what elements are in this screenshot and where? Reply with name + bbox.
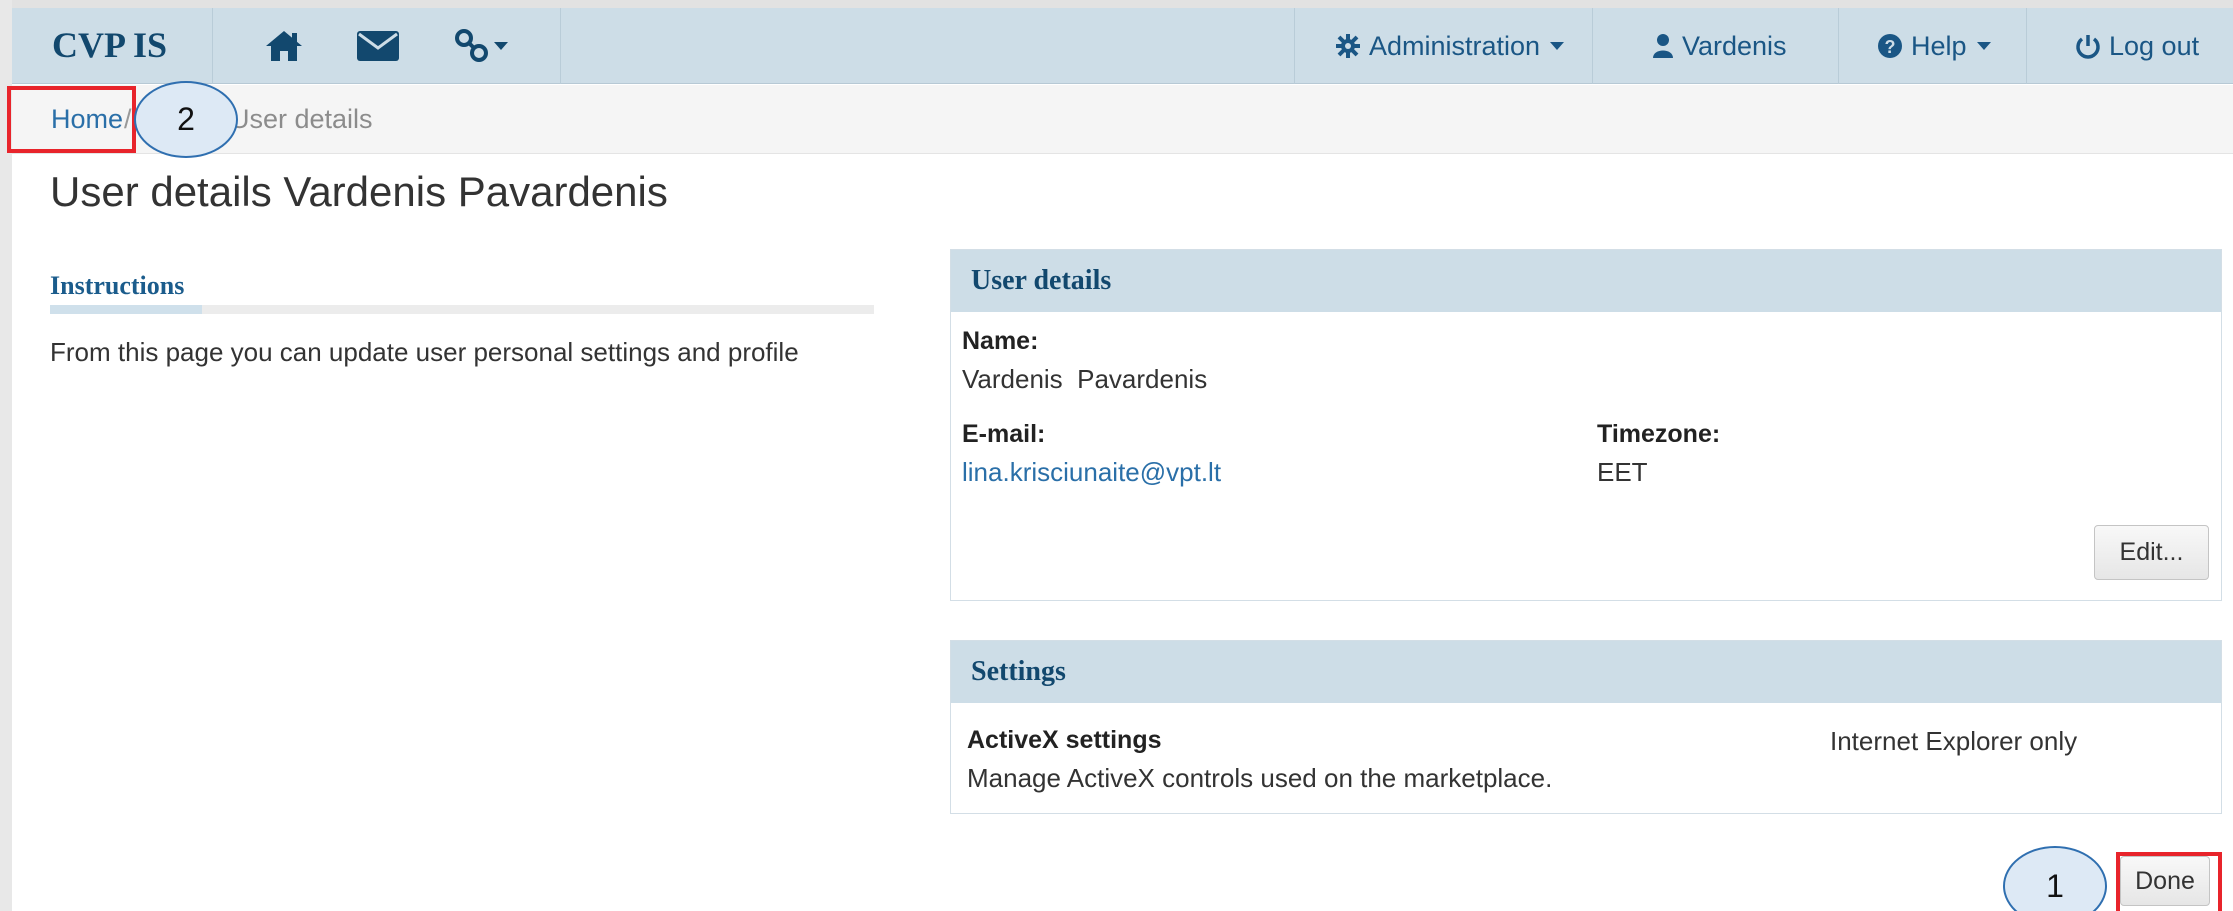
top-strip	[0, 0, 2233, 8]
annotation-step-1: 1	[2003, 846, 2107, 911]
breadcrumb-current: User details	[230, 104, 373, 134]
nav-divider	[1838, 8, 1839, 84]
question-icon: ?	[1878, 34, 1902, 58]
settings-title: Settings	[971, 656, 1066, 687]
administration-menu[interactable]: Administration	[1335, 28, 1565, 64]
activex-settings-link[interactable]: ActiveX settings	[967, 726, 1162, 755]
nav-divider	[1592, 8, 1593, 84]
email-label: E-mail:	[962, 420, 1046, 448]
edit-button[interactable]: Edit...	[2094, 525, 2209, 580]
annotation-highlight-home	[7, 86, 136, 153]
logout-button[interactable]: Log out	[2075, 28, 2199, 64]
user-icon	[1653, 34, 1673, 58]
timezone-label: Timezone:	[1597, 420, 1721, 448]
name-value: Vardenis Pavardenis	[962, 364, 1208, 394]
nav-divider	[212, 8, 213, 84]
help-menu[interactable]: ? Help	[1877, 28, 1991, 64]
settings-panel: Settings ActiveX settings Manage ActiveX…	[950, 640, 2222, 814]
name-label: Name:	[962, 327, 1039, 355]
instructions-underline	[50, 305, 874, 314]
help-label: Help	[1911, 30, 1967, 61]
user-details-header: User details	[951, 250, 2221, 312]
user-details-title: User details	[971, 265, 1112, 296]
nav-divider	[560, 8, 561, 84]
svg-text:?: ?	[1885, 37, 1896, 57]
home-icon[interactable]	[264, 26, 304, 66]
settings-header: Settings	[951, 641, 2221, 703]
instructions-underline-accent	[50, 305, 202, 314]
link-icon[interactable]	[454, 26, 508, 66]
page-title: User details Vardenis Pavardenis	[50, 168, 668, 215]
nav-divider	[1294, 8, 1295, 84]
user-label: Vardenis	[1682, 30, 1787, 61]
user-details-panel: User details Name: Vardenis Pavardenis E…	[950, 249, 2222, 601]
activex-description: Manage ActiveX controls used on the mark…	[967, 763, 1553, 793]
gear-icon	[1336, 34, 1360, 58]
instructions-text: From this page you can update user perso…	[50, 337, 799, 367]
administration-label: Administration	[1369, 30, 1541, 61]
brand-logo[interactable]: CVP IS	[52, 24, 167, 66]
timezone-value: EET	[1597, 457, 1648, 487]
chevron-down-icon	[494, 42, 508, 50]
instructions-title: Instructions	[50, 271, 185, 300]
chevron-down-icon	[1976, 42, 1991, 50]
activex-note: Internet Explorer only	[1830, 726, 2078, 756]
annotation-step-2: 2	[134, 81, 238, 158]
chevron-down-icon	[1550, 42, 1565, 50]
top-navbar: CVP IS Administration Vardenis ? Help Lo…	[12, 8, 2233, 84]
annotation-highlight-done	[2116, 852, 2222, 911]
page: CVP IS Administration Vardenis ? Help Lo…	[0, 0, 2233, 911]
nav-divider	[2026, 8, 2027, 84]
logout-label: Log out	[2109, 30, 2200, 61]
power-icon	[2076, 35, 2100, 59]
user-menu[interactable]: Vardenis	[1652, 28, 1787, 64]
envelope-icon[interactable]	[356, 26, 400, 66]
email-link[interactable]: lina.krisciunaite@vpt.lt	[962, 457, 1221, 488]
